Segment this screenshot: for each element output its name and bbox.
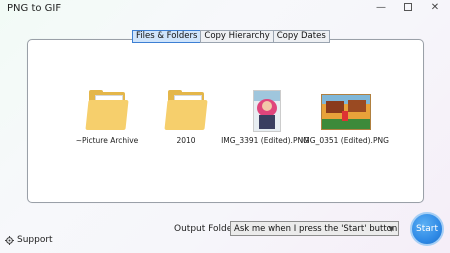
window-title: PNG to GIF bbox=[7, 3, 62, 14]
list-item[interactable]: ~Picture Archive bbox=[62, 90, 152, 145]
start-button[interactable]: Start bbox=[410, 212, 444, 246]
close-button[interactable]: ✕ bbox=[423, 0, 447, 16]
tab-copy-dates[interactable]: Copy Dates bbox=[272, 30, 330, 43]
image-thumbnail bbox=[321, 90, 371, 130]
tab-files-folders[interactable]: Files & Folders bbox=[132, 30, 202, 43]
item-name: ~Picture Archive bbox=[75, 136, 139, 145]
item-name: IMG_3391 (Edited).PNG bbox=[221, 136, 309, 145]
app-window: PNG to GIF — ✕ ~Picture Archive 2010 IMG… bbox=[0, 0, 450, 253]
gear-icon bbox=[5, 235, 14, 245]
maximize-icon bbox=[404, 3, 412, 11]
support-label: Support bbox=[17, 235, 53, 245]
tab-copy-hierarchy[interactable]: Copy Hierarchy bbox=[200, 30, 274, 43]
tab-bar: Files & Folders Copy Hierarchy Copy Date… bbox=[132, 30, 330, 43]
item-name: IMG_0351 (Edited).PNG bbox=[301, 136, 389, 145]
folder-with-document-icon bbox=[85, 90, 129, 130]
chevron-down-icon: ▼ bbox=[388, 225, 394, 233]
output-folder-value: Ask me when I press the 'Start' button bbox=[234, 224, 398, 234]
support-link[interactable]: Support bbox=[5, 235, 53, 245]
file-drop-panel[interactable]: ~Picture Archive 2010 IMG_3391 (Edited). bbox=[27, 39, 424, 203]
title-bar: PNG to GIF — ✕ bbox=[0, 0, 450, 18]
list-item[interactable]: IMG_3391 (Edited).PNG bbox=[220, 90, 310, 145]
output-folder-select[interactable]: Ask me when I press the 'Start' button ▼ bbox=[230, 221, 399, 236]
folder-icon bbox=[164, 90, 208, 130]
image-thumbnail bbox=[243, 90, 287, 132]
minimize-button[interactable]: — bbox=[369, 0, 393, 16]
list-item[interactable]: IMG_0351 (Edited).PNG bbox=[300, 90, 390, 145]
maximize-button[interactable] bbox=[396, 0, 420, 16]
item-name: 2010 bbox=[176, 136, 196, 145]
list-item[interactable]: 2010 bbox=[141, 90, 231, 145]
